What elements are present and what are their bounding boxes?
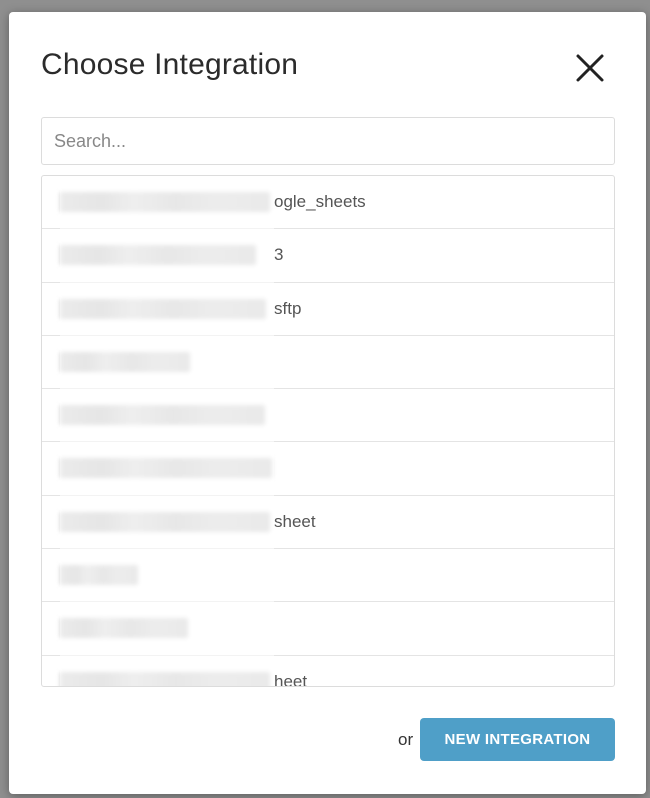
redacted-name	[60, 565, 138, 586]
integration-item[interactable]: sftp	[42, 283, 614, 336]
integration-name-suffix: heet	[274, 671, 308, 687]
integration-item[interactable]: 3	[42, 229, 614, 283]
search-input[interactable]	[41, 117, 615, 165]
integration-item[interactable]: ogle_sheets	[42, 176, 614, 230]
integration-item[interactable]	[42, 336, 614, 390]
redacted-name	[60, 351, 190, 372]
integration-item[interactable]	[42, 389, 614, 443]
integration-name-suffix: 3	[274, 245, 284, 265]
redacted-name	[60, 671, 270, 686]
redacted-name	[60, 245, 256, 266]
or-label: or	[398, 730, 414, 749]
dialog-title: Choose Integration	[41, 48, 299, 81]
close-button[interactable]	[572, 50, 608, 86]
close-icon	[576, 54, 604, 82]
redacted-name	[60, 192, 270, 212]
redacted-name	[60, 458, 272, 479]
redacted-name	[60, 511, 270, 532]
integration-item[interactable]: sheet	[42, 496, 614, 550]
new-integration-button[interactable]: NEW INTEGRATION	[420, 718, 615, 761]
integration-name-suffix: ogle_sheets	[274, 192, 366, 211]
redacted-name	[60, 618, 188, 639]
integration-name-suffix: sheet	[274, 511, 316, 531]
redacted-name	[60, 405, 265, 426]
integration-item[interactable]	[42, 549, 614, 603]
integration-item[interactable]	[42, 602, 614, 656]
integration-item[interactable]	[42, 442, 614, 496]
redacted-name	[60, 298, 266, 319]
integration-item[interactable]: heet	[42, 656, 614, 687]
choose-integration-dialog: Choose Integration ogle_sheets 3 sftp	[9, 12, 646, 794]
integration-name-suffix: sftp	[274, 298, 302, 318]
integration-list[interactable]: ogle_sheets 3 sftp sheet heet	[41, 175, 615, 687]
